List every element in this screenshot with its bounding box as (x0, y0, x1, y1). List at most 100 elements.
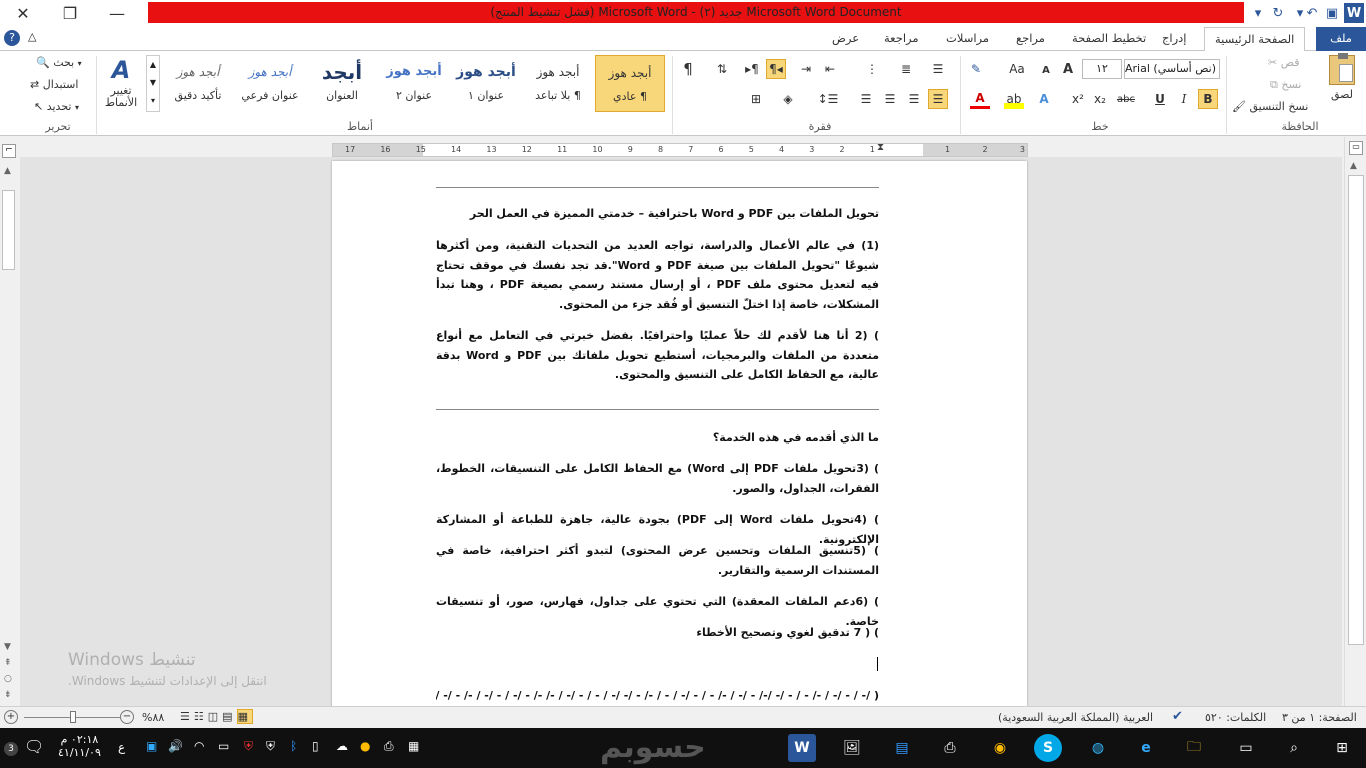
security-shield-icon[interactable]: ⛨ (244, 739, 253, 754)
start-icon[interactable]: ⊞ (1328, 734, 1356, 762)
tray-app-icon[interactable]: ▣ (146, 739, 157, 753)
change-styles-button[interactable]: A تغيير الأنماط (100, 55, 142, 109)
outline-view-icon[interactable]: ☷ (194, 710, 208, 723)
borders-icon[interactable]: ⊞ (746, 89, 766, 109)
font-color-icon[interactable]: A (970, 89, 990, 109)
wifi-icon[interactable]: ◠ (194, 739, 204, 753)
font-name-combobox[interactable]: Arial (نص أساسي) (1124, 59, 1220, 79)
styles-scroll[interactable]: ▲ ▼ ▾ (146, 55, 160, 112)
tab-file[interactable]: ملف (1316, 27, 1366, 51)
replace-button[interactable]: استبدال ⇄ (30, 78, 78, 91)
minimize-window-button[interactable]: — (94, 0, 140, 27)
align-left-icon[interactable]: ☰ (880, 89, 900, 109)
highlight-color-icon[interactable]: ab (1004, 89, 1024, 109)
subscript-icon[interactable]: x₂ (1090, 89, 1110, 109)
justify-icon[interactable]: ☰ (856, 89, 876, 109)
superscript-icon[interactable]: x² (1068, 89, 1088, 109)
align-center-icon[interactable]: ☰ (904, 89, 924, 109)
bullets-icon[interactable]: ☰ (928, 59, 948, 79)
decrease-indent-icon[interactable]: ⇤ (820, 59, 840, 79)
numbering-icon[interactable]: ≣ (896, 59, 916, 79)
chrome-taskbar-icon[interactable]: ◉ (986, 734, 1014, 762)
photos-taskbar-icon[interactable]: 🖼 (838, 734, 866, 762)
restore-window-button[interactable]: ❐ (47, 0, 93, 27)
style-heading-1[interactable]: أبجد هوز عنوان ١ (451, 55, 521, 112)
web-layout-icon[interactable]: ◫ (208, 710, 222, 723)
doc-dashes-line[interactable]: ( /- / - /- / -/ - / - /- /-/ - /- / -/ … (436, 686, 879, 706)
doc-section-heading[interactable]: ما الذي أقدمه في هذه الخدمة؟ (436, 428, 879, 448)
zoom-in-icon[interactable]: + (4, 710, 18, 724)
strikethrough-icon[interactable]: abc (1114, 89, 1138, 109)
tab-page-layout[interactable]: تخطيط الصفحة (1062, 27, 1156, 51)
network-tray-icon[interactable]: ☁ (336, 739, 348, 753)
left-scroll-thumb[interactable] (2, 190, 15, 270)
doc-paragraph-2[interactable]: ) (2 أنا هنا لأقدم لك حلاً عمليًا واحترا… (436, 326, 879, 385)
app-taskbar-icon[interactable]: ▤ (888, 734, 916, 762)
find-button[interactable]: ▾ بحث 🔍 (36, 56, 82, 69)
updates-icon[interactable]: ● (360, 739, 370, 753)
format-painter-button[interactable]: نسخ التنسيق 🖌 (1232, 100, 1308, 113)
qat-customize-icon[interactable]: ▾ (1248, 3, 1268, 23)
multilevel-list-icon[interactable]: ⋮ (862, 59, 882, 79)
scroll-up-icon[interactable]: ▲ (1350, 161, 1357, 171)
bold-icon[interactable]: B (1198, 89, 1218, 109)
zoom-out-icon[interactable]: − (120, 710, 134, 724)
rtl-direction-icon[interactable]: ¶◂ (766, 59, 786, 79)
cut-button[interactable]: قص ✂ (1268, 56, 1299, 69)
store-taskbar-icon[interactable]: ◍ (1084, 734, 1112, 762)
save-icon[interactable]: ▣ (1322, 3, 1342, 23)
undo-icon[interactable]: ↶ (1302, 3, 1322, 23)
bluetooth-icon[interactable]: ᛒ (290, 739, 297, 753)
notification-count[interactable]: 3 (4, 742, 18, 756)
clear-formatting-icon[interactable]: ✎ (966, 59, 986, 79)
printer-icon[interactable]: ⎙ (384, 739, 394, 754)
repeat-icon[interactable]: ↻ (1268, 3, 1288, 23)
close-window-button[interactable]: ✕ (0, 0, 46, 27)
line-spacing-icon[interactable]: ↕☰ (818, 89, 839, 109)
doc-paragraph-1[interactable]: (1) في عالم الأعمال والدراسة، تواجه العد… (436, 236, 879, 314)
tab-review[interactable]: مراجعة (874, 27, 929, 51)
increase-indent-icon[interactable]: ⇥ (796, 59, 816, 79)
document-page[interactable]: تحويل الملفات بين PDF و Word باحترافية –… (332, 161, 1027, 706)
change-case-icon[interactable]: Aa (1004, 59, 1030, 79)
explorer-taskbar-icon[interactable]: 🗀 (1180, 734, 1208, 762)
select-button[interactable]: ▾ تحديد ↖ (34, 100, 79, 113)
font-size-combobox[interactable]: ١٢ (1082, 59, 1122, 79)
view-ruler-icon[interactable]: ▭ (1349, 141, 1363, 155)
tab-home[interactable]: الصفحة الرئيسية (1204, 27, 1306, 52)
sort-icon[interactable]: ⇅ (712, 59, 732, 79)
doc-list-item-7[interactable]: ) ( 7 تدقيق لغوي وتصحيح الأخطاء (436, 623, 879, 643)
scanner-taskbar-icon[interactable]: ⎙ (936, 734, 964, 762)
zoom-level[interactable]: ٨٨% (142, 711, 164, 724)
help-icon[interactable]: ? (4, 30, 20, 46)
tab-view[interactable]: عرض (822, 27, 869, 51)
ltr-direction-icon[interactable]: ▸¶ (742, 59, 762, 79)
grow-font-icon[interactable]: A (1058, 59, 1078, 79)
input-language[interactable]: ع (118, 740, 125, 754)
scroll-up-arrow-icon[interactable]: ▲ (4, 166, 11, 176)
proofing-icon[interactable]: ✔ (1172, 709, 1183, 724)
paste-button[interactable]: لصق (1322, 53, 1362, 101)
edge-taskbar-icon[interactable]: e (1132, 734, 1160, 762)
search-icon[interactable]: ⌕ (1280, 734, 1308, 762)
style-subtitle[interactable]: أبجد هوز عنوان فرعي (235, 55, 305, 112)
zoom-slider-thumb[interactable] (70, 711, 76, 723)
style-subtle-emphasis[interactable]: أبجد هوز تأكيد دقيق (163, 55, 233, 112)
vertical-scrollbar[interactable]: ▭ ▲ (1344, 137, 1366, 706)
print-layout-icon[interactable]: ▦ (236, 709, 253, 724)
ruler-tab-selector[interactable]: ⌐ (2, 144, 16, 158)
shading-icon[interactable]: ◈ (778, 89, 798, 109)
volume-icon[interactable]: 🔊 (168, 739, 183, 753)
task-view-icon[interactable]: ▭ (1232, 734, 1260, 762)
shrink-font-icon[interactable]: A (1036, 60, 1056, 80)
prev-page-icon[interactable]: ⇞ (4, 658, 12, 668)
text-effects-icon[interactable]: A (1034, 89, 1054, 109)
copy-button[interactable]: نسخ ⧉ (1270, 78, 1301, 92)
doc-heading[interactable]: تحويل الملفات بين PDF و Word باحترافية –… (436, 204, 879, 224)
align-right-icon[interactable]: ☰ (928, 89, 948, 109)
tab-references[interactable]: مراجع (1006, 27, 1055, 51)
doc-list-item-3[interactable]: ) (3تحويل ملفات PDF إلى Word) مع الحفاظ … (436, 459, 879, 498)
style-normal[interactable]: أبجد هوز ¶ عادي (595, 55, 665, 112)
show-marks-icon[interactable]: ¶ (678, 59, 698, 79)
usb-icon[interactable]: ▯ (312, 739, 319, 753)
